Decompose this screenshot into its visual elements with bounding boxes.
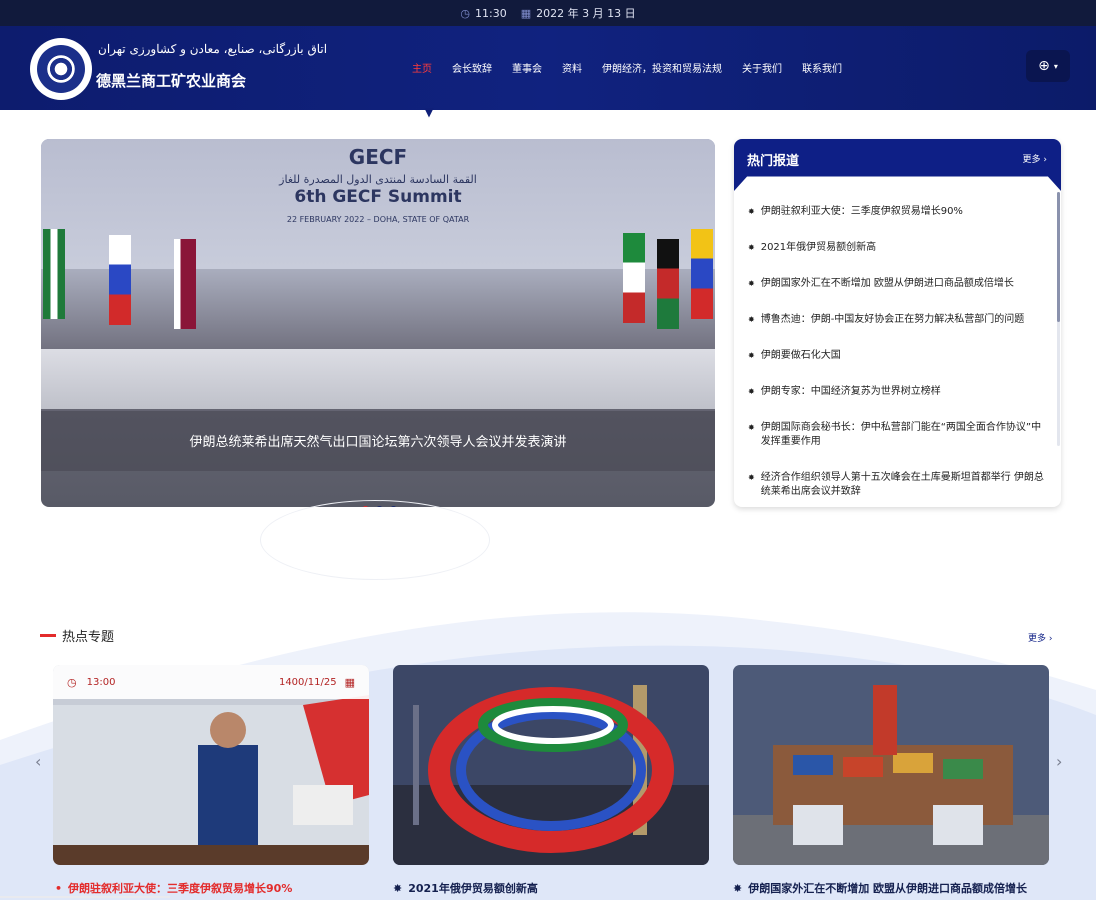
clock-icon: ◷ [67,675,77,689]
news-item[interactable]: ✸ 经济合作组织领导人第十五次峰会在土库曼斯坦首都举行 伊朗总统莱希出席会议并致辞 [748,471,1048,499]
flag-icon [657,239,679,329]
date-display: ▦ 2022 年 3 月 13 日 [521,5,636,21]
topic-card-3[interactable] [733,665,1049,865]
hot-news-title: 热门报道 [747,154,800,169]
logo-emblem-icon [37,45,85,93]
news-item[interactable]: ✸ 博鲁杰迪：伊朗-中国友好协会正在努力解决私营部门的问题 [748,313,1048,327]
news-item[interactable]: ✸ 2021年俄伊贸易额创新高 [748,241,1048,255]
flag-icon [174,239,196,329]
top-info-bar: ◷ 11:30 ▦ 2022 年 3 月 13 日 [0,0,1096,26]
brand-persian-name: اتاق بازرگانی، صنایع، معادن و کشاورزی ته… [98,42,328,56]
clock-icon: ◷ [460,6,470,20]
calendar-icon: ▦ [520,6,532,20]
card-1-time: 13:00 [86,676,116,688]
slide-caption[interactable]: 伊朗总统莱希出席天然气出口国论坛第六次领导人会议并发表演讲 [41,431,715,450]
time-display: ◷ 11:30 [460,7,506,20]
nav-item-resources[interactable]: 资料 [562,60,582,75]
carousel-prev-icon[interactable]: ‹ [35,752,41,771]
nav-item-home[interactable]: 主页 [412,60,432,75]
hot-news-list: ✸ 伊朗驻叙利亚大使：三季度伊叙贸易增长90% ✸ 2021年俄伊贸易额创新高 ✸ 伊… [748,205,1048,507]
nav-item-about[interactable]: 关于我们 [742,60,782,75]
slide-banner-arabic: القمة السادسة لمنتدى الدول المصدرة للغاز [279,173,477,186]
news-slider[interactable]: GECF القمة السادسة لمنتدى الدول المصدرة … [41,139,715,507]
slide-banner-summit: 6th GECF Summit [294,187,462,207]
topics-more-link[interactable]: 更多 › [1028,631,1052,644]
bullet-icon: ✸ [748,387,755,396]
bullet-icon: ✸ [748,351,755,360]
chevron-down-icon: ▾ [1053,61,1058,71]
bullet-icon: • [55,881,63,895]
brand-chinese-name: 德黑兰商工矿农业商会 [96,72,247,90]
bullet-icon: ✸ [733,881,743,895]
chamber-logo[interactable] [30,38,92,100]
card-3-photo [733,665,1049,865]
flag-icon [43,229,65,319]
news-item[interactable]: ✸ 伊朗国家外汇在不断增加 欧盟从伊朗进口商品额成倍增长 [748,277,1048,291]
decorative-watermark [260,500,490,580]
nav-item-president-speech[interactable]: 会长致辞 [452,60,492,75]
nav-item-board[interactable]: 董事会 [512,60,542,75]
language-selector[interactable]: ⊕ ▾ [1026,50,1070,82]
card-1-date: 1400/11/25 [278,676,337,688]
news-item[interactable]: ✸ 伊朗专家：中国经济复苏为世界树立榜样 [748,385,1048,399]
hot-news-more-link[interactable]: 更多 › [1023,152,1047,165]
carousel-next-icon[interactable]: › [1056,752,1062,771]
news-item[interactable]: ✸ 伊朗驻叙利亚大使：三季度伊叙贸易增长90% [748,205,1048,219]
main-navigation: 主页 会长致辞 董事会 资料 伊朗经济，投资和贸易法规 关于我们 联系我们 [412,60,842,75]
topic-card-3-title[interactable]: ✸ 伊朗国家外汇在不断增加 欧盟从伊朗进口商品额成倍增长 [733,880,1027,896]
nav-item-economy-regulations[interactable]: 伊朗经济，投资和贸易法规 [602,60,722,75]
slide-flags-row [41,229,715,359]
globe-icon: ⊕ [1038,58,1050,74]
news-item[interactable]: ✸ 伊朗国际商会秘书长：伊中私营部门能在“两国全面合作协议”中发挥重要作用 [748,421,1048,449]
topic-card-2[interactable] [393,665,709,865]
bullet-icon: ✸ [748,243,755,252]
slide-banner-date: 22 FEBRUARY 2022 – DOHA, STATE OF QATAR [286,215,470,224]
topics-title-text: 热点专题 [62,630,115,645]
card-2-photo [393,665,709,865]
topic-card-2-title[interactable]: ✸ 2021年俄伊贸易额创新高 [393,880,538,896]
bullet-icon: ✸ [748,207,755,216]
topics-section-title: 热点专题 [40,626,114,645]
site-header: اتاق بازرگانی، صنایع، معادن و کشاورزی ته… [0,26,1096,110]
current-time: 11:30 [475,6,507,20]
bullet-icon: ✸ [748,473,755,482]
flag-icon [691,229,713,319]
topic-card-1[interactable]: ◷ 13:00 1400/11/25 ▦ [53,665,369,865]
flag-icon [623,233,645,323]
news-item[interactable]: ✸ 伊朗要做石化大国 [748,349,1048,363]
nav-item-contact[interactable]: 联系我们 [802,60,842,75]
scrollbar-thumb[interactable] [1057,192,1060,322]
calendar-icon: ▦ [344,675,355,689]
flag-icon [109,235,131,325]
bullet-icon: ✸ [748,279,755,288]
bullet-icon: ✸ [748,315,755,324]
header-ornament-icon: ▼ [424,105,434,119]
hot-news-scrollbar[interactable] [1057,192,1060,446]
slide-banner-title: GECF [348,145,408,169]
bullet-icon: ✸ [393,881,403,895]
bullet-icon: ✸ [748,423,755,432]
title-accent-bar [40,634,56,637]
card-1-meta-bar: ◷ 13:00 1400/11/25 ▦ [53,665,369,699]
topic-card-1-title[interactable]: • 伊朗驻叙利亚大使：三季度伊叙贸易增长90% [55,880,292,896]
slide-conference-table [41,349,715,409]
hot-news-panel: 热门报道 更多 › ✸ 伊朗驻叙利亚大使：三季度伊叙贸易增长90% ✸ 2021年俄… [734,139,1061,507]
current-date: 2022 年 3 月 13 日 [536,7,636,20]
